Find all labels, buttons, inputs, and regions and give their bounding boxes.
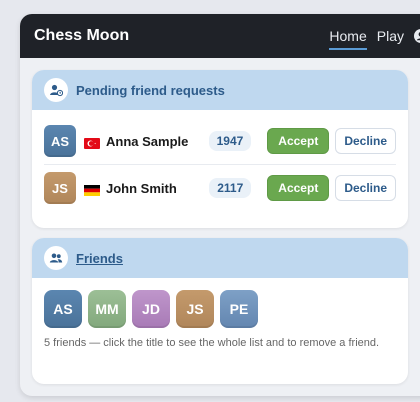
germany-flag-icon (84, 183, 100, 196)
request-name: John Smith (106, 180, 177, 196)
rating-badge: 1947 (208, 131, 252, 151)
friends-title-link[interactable]: Friends (76, 251, 123, 266)
request-name: Anna Sample (106, 133, 189, 149)
avatar[interactable]: JS (44, 172, 76, 204)
request-list: AS Anna Sample 1947 Accept Decline JS Jo… (32, 110, 408, 211)
app-window: Chess Moon Home Play Pending friend requ… (20, 14, 420, 396)
request-row: AS Anna Sample 1947 Accept Decline (44, 118, 396, 164)
pending-requests-card: Pending friend requests AS Anna Sample 1… (32, 70, 408, 228)
friends-card: Friends AS MM JD JS PE 5 friends — click… (32, 238, 408, 384)
navbar: Chess Moon Home Play (20, 14, 420, 58)
nav-play[interactable]: Play (377, 24, 404, 48)
decline-button[interactable]: Decline (335, 175, 396, 201)
friend-avatar[interactable]: JD (132, 290, 170, 328)
user-circle-icon[interactable] (414, 29, 420, 43)
friend-avatar[interactable]: PE (220, 290, 258, 328)
decline-button[interactable]: Decline (335, 128, 396, 154)
friend-avatar[interactable]: JS (176, 290, 214, 328)
pending-requests-header: Pending friend requests (32, 70, 408, 110)
friend-avatar[interactable]: MM (88, 290, 126, 328)
friends-avatar-list: AS MM JD JS PE (32, 278, 408, 328)
avatar[interactable]: AS (44, 125, 76, 157)
nav-home[interactable]: Home (329, 24, 368, 50)
accept-button[interactable]: Accept (267, 175, 330, 201)
turkey-flag-icon (84, 136, 100, 149)
friends-header: Friends (32, 238, 408, 278)
users-icon (44, 246, 68, 270)
rating-badge: 2117 (209, 178, 252, 198)
brand-title[interactable]: Chess Moon (34, 27, 319, 45)
friends-hint-text: 5 friends — click the title to see the w… (44, 337, 380, 349)
pending-requests-title: Pending friend requests (76, 82, 225, 98)
friend-avatar[interactable]: AS (44, 290, 82, 328)
accept-button[interactable]: Accept (267, 128, 330, 154)
request-row: JS John Smith 2117 Accept Decline (44, 164, 396, 211)
user-clock-icon (44, 78, 68, 102)
